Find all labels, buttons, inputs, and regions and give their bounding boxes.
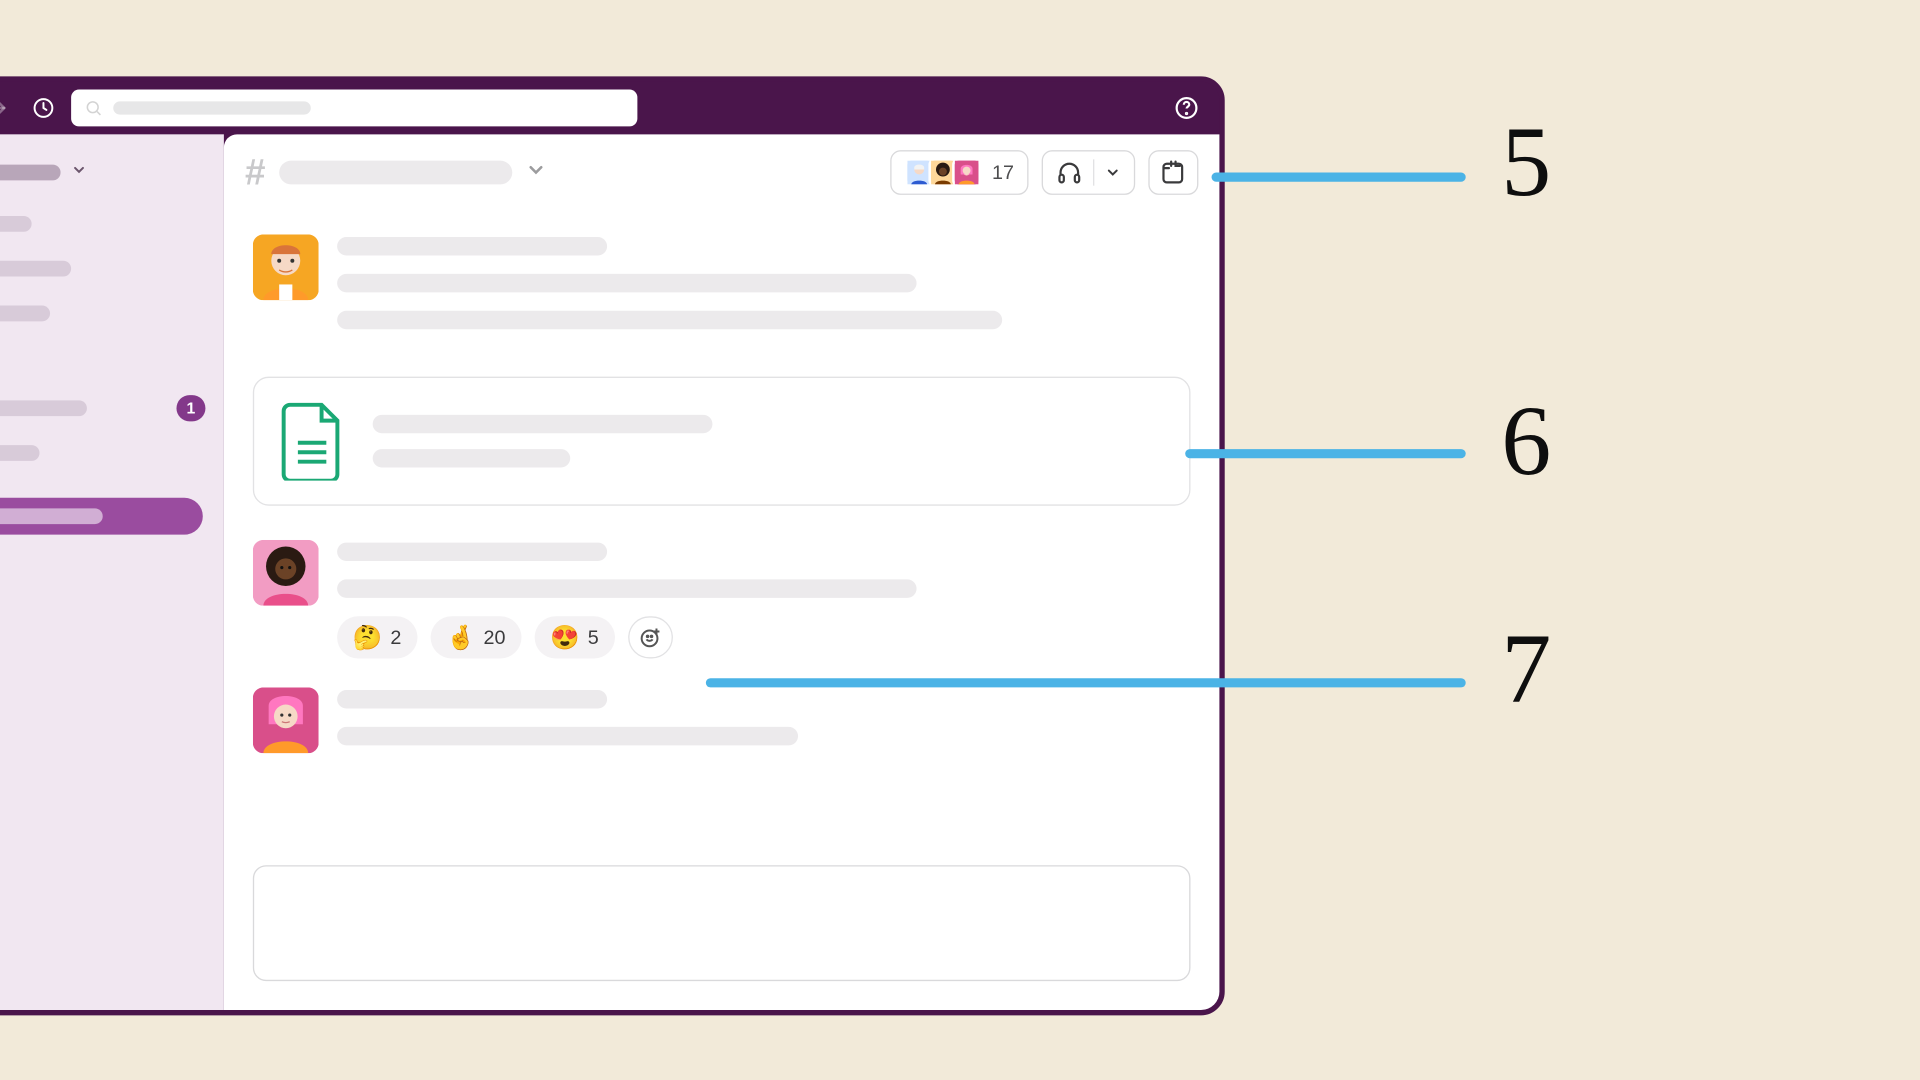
- member-count: 17: [992, 161, 1014, 183]
- sidebar-item-active[interactable]: [0, 498, 203, 535]
- chevron-down-icon: [1105, 165, 1121, 181]
- canvas-button[interactable]: [1148, 150, 1198, 195]
- callout-number-6: 6: [1501, 385, 1551, 500]
- message-list: 🤔2 🤞20 😍5: [224, 211, 1220, 855]
- reaction-heart-eyes[interactable]: 😍5: [534, 616, 614, 658]
- callout-number-7: 7: [1501, 612, 1551, 727]
- sidebar-item[interactable]: [0, 250, 224, 287]
- sidebar-item-unread[interactable]: 1: [0, 390, 224, 427]
- callout-line-6: [1185, 449, 1465, 458]
- reaction-thinking[interactable]: 🤔2: [337, 616, 417, 658]
- members-button[interactable]: 17: [891, 150, 1029, 195]
- sidebar: 1: [0, 134, 224, 1010]
- slack-window: 1 #: [0, 76, 1225, 1015]
- callout-line-7: [706, 678, 1466, 687]
- file-attachment[interactable]: [253, 377, 1191, 506]
- reactions-bar: 🤔2 🤞20 😍5: [337, 616, 1190, 658]
- chevron-down-icon[interactable]: [525, 159, 546, 187]
- workspace-switcher[interactable]: [0, 161, 224, 206]
- callout-number-5: 5: [1501, 105, 1551, 220]
- avatar[interactable]: [253, 234, 319, 300]
- avatar[interactable]: [253, 687, 319, 753]
- channel-header: #: [224, 134, 1220, 210]
- titlebar: [0, 82, 1219, 135]
- headphones-icon: [1056, 159, 1082, 185]
- sidebar-item[interactable]: [0, 295, 224, 332]
- message: [253, 687, 1191, 753]
- message-composer[interactable]: [253, 865, 1191, 981]
- hash-icon: #: [245, 151, 266, 193]
- sidebar-item[interactable]: [0, 205, 224, 242]
- avatar[interactable]: [253, 540, 319, 606]
- message: 🤔2 🤞20 😍5: [253, 540, 1191, 659]
- search-placeholder: [113, 101, 311, 114]
- search-input[interactable]: [71, 90, 637, 127]
- unread-badge: 1: [176, 395, 205, 421]
- message: [253, 234, 1191, 347]
- message-body: [337, 687, 1190, 753]
- chevron-down-icon: [71, 161, 87, 185]
- member-avatars: [905, 158, 981, 187]
- reaction-fingers-crossed[interactable]: 🤞20: [430, 616, 521, 658]
- add-reaction-button[interactable]: [628, 616, 673, 658]
- channel-pane: #: [224, 134, 1220, 1010]
- help-button[interactable]: [1172, 93, 1201, 122]
- add-reaction-icon: [638, 626, 662, 650]
- message-body: 🤔2 🤞20 😍5: [337, 540, 1190, 659]
- sidebar-item[interactable]: [0, 435, 224, 472]
- document-icon: [280, 402, 343, 481]
- channel-name[interactable]: [279, 161, 512, 185]
- huddle-button[interactable]: [1042, 150, 1135, 195]
- nav-forward-button[interactable]: [0, 93, 16, 122]
- callout-line-5: [1212, 173, 1466, 182]
- history-button[interactable]: [29, 93, 58, 122]
- message-body: [337, 234, 1190, 347]
- canvas-icon: [1160, 159, 1186, 185]
